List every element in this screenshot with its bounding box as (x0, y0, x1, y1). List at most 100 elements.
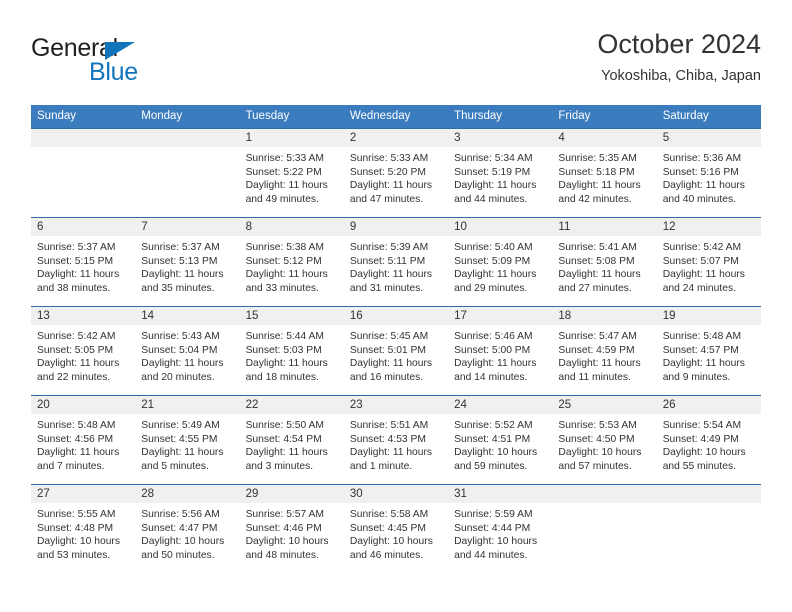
day-cell-details: Sunrise: 5:38 AM Sunset: 5:12 PM Daylight:… (240, 236, 344, 295)
calendar-body: 1 Sunrise: 5:33 AM Sunset: 5:22 PM Daylight… (31, 128, 761, 573)
calendar-day-cell[interactable]: 25 Sunrise: 5:53 AM Sunset: 4:50 PM Dayligh… (552, 395, 657, 485)
calendar-day-cell[interactable]: 20 Sunrise: 5:48 AM Sunset: 4:56 PM Dayligh… (31, 395, 136, 485)
calendar-day-cell[interactable]: 22 Sunrise: 5:50 AM Sunset: 4:54 PM Dayligh… (239, 395, 344, 485)
calendar-day-cell[interactable]: 14 Sunrise: 5:43 AM Sunset: 5:04 PM Dayligh… (135, 306, 240, 396)
day-cell-details: Sunrise: 5:35 AM Sunset: 5:18 PM Daylight:… (552, 147, 656, 206)
sunrise-time: Sunrise: 5:48 AM (37, 420, 116, 431)
sunrise-time: Sunrise: 5:48 AM (662, 331, 742, 342)
daylight-duration-line1: Daylight: 11 hours (349, 180, 433, 192)
sunset-time: Sunset: 5:01 PM (349, 344, 426, 356)
sunrise-time: Sunrise: 5:46 AM (454, 331, 533, 342)
calendar-day-cell[interactable]: 15 Sunrise: 5:44 AM Sunset: 5:03 PM Dayligh… (239, 306, 344, 396)
day-cell-details: Sunrise: 5:37 AM Sunset: 5:15 PM Daylight:… (31, 236, 135, 295)
logo-text-blue: Blue (89, 58, 138, 86)
sunrise-time: Sunrise: 5:50 AM (245, 420, 324, 431)
general-blue-logo[interactable]: General Blue (31, 34, 261, 90)
day-cell-details: Sunrise: 5:33 AM Sunset: 5:20 PM Daylight:… (344, 147, 448, 206)
calendar-week-row: 6 Sunrise: 5:37 AM Sunset: 5:15 PM Daylight… (31, 217, 761, 307)
daylight-duration-line2: and 44 minutes. (454, 193, 528, 205)
calendar-day-cell[interactable]: 19 Sunrise: 5:48 AM Sunset: 4:57 PM Dayligh… (656, 306, 761, 396)
daylight-duration-line1: Daylight: 11 hours (245, 269, 328, 281)
daylight-duration-line2: and 44 minutes. (454, 549, 528, 561)
day-cell-details: Sunrise: 5:55 AM Sunset: 4:48 PM Daylight:… (31, 503, 135, 562)
day-number (552, 485, 657, 503)
sunset-time: Sunset: 4:44 PM (454, 522, 531, 534)
weekday-header-thursday: Thursday (448, 105, 553, 129)
daylight-duration-line1: Daylight: 11 hours (349, 447, 433, 459)
daylight-duration-line1: Daylight: 11 hours (662, 269, 745, 281)
daylight-duration-line2: and 16 minutes. (349, 371, 424, 383)
calendar-day-cell[interactable]: 4 Sunrise: 5:35 AM Sunset: 5:18 PM Daylight… (552, 128, 657, 218)
sunset-time: Sunset: 5:16 PM (662, 166, 739, 178)
day-cell-details: Sunrise: 5:34 AM Sunset: 5:19 PM Daylight:… (448, 147, 552, 206)
calendar-day-cell[interactable]: 10 Sunrise: 5:40 AM Sunset: 5:09 PM Dayligh… (448, 217, 553, 307)
day-cell-inner: 26 Sunrise: 5:54 AM Sunset: 4:49 PM Dayligh… (656, 396, 761, 484)
sunrise-time: Sunrise: 5:42 AM (662, 242, 742, 253)
daylight-duration-line1: Daylight: 10 hours (558, 447, 642, 459)
daylight-duration-line1: Daylight: 10 hours (454, 536, 538, 548)
day-cell-inner: 22 Sunrise: 5:50 AM Sunset: 4:54 PM Dayligh… (239, 396, 344, 484)
sunrise-time: Sunrise: 5:41 AM (558, 242, 637, 253)
calendar-day-cell[interactable]: 29 Sunrise: 5:57 AM Sunset: 4:46 PM Dayligh… (239, 484, 344, 573)
daylight-duration-line1: Daylight: 11 hours (558, 358, 641, 370)
daylight-duration-line2: and 35 minutes. (141, 282, 215, 294)
calendar-day-cell[interactable]: 21 Sunrise: 5:49 AM Sunset: 4:55 PM Dayligh… (135, 395, 240, 485)
day-cell-inner: 12 Sunrise: 5:42 AM Sunset: 5:07 PM Dayligh… (656, 218, 761, 306)
sunrise-time: Sunrise: 5:38 AM (245, 242, 324, 253)
calendar-day-cell[interactable]: 6 Sunrise: 5:37 AM Sunset: 5:15 PM Daylight… (31, 217, 136, 307)
day-cell-details: Sunrise: 5:39 AM Sunset: 5:11 PM Daylight:… (344, 236, 448, 295)
sunset-time: Sunset: 5:18 PM (558, 166, 635, 178)
daylight-duration-line2: and 57 minutes. (558, 460, 632, 472)
calendar-day-cell[interactable]: 8 Sunrise: 5:38 AM Sunset: 5:12 PM Daylight… (239, 217, 344, 307)
calendar-day-cell-empty (552, 484, 657, 573)
calendar-day-cell[interactable]: 27 Sunrise: 5:55 AM Sunset: 4:48 PM Dayligh… (31, 484, 136, 573)
daylight-duration-line2: and 46 minutes. (349, 549, 424, 561)
day-cell-inner: 23 Sunrise: 5:51 AM Sunset: 4:53 PM Dayligh… (343, 396, 449, 484)
calendar-day-cell[interactable]: 26 Sunrise: 5:54 AM Sunset: 4:49 PM Dayligh… (656, 395, 761, 485)
calendar-day-cell[interactable]: 24 Sunrise: 5:52 AM Sunset: 4:51 PM Dayligh… (448, 395, 553, 485)
sunrise-time: Sunrise: 5:58 AM (349, 509, 429, 520)
daylight-duration-line2: and 9 minutes. (662, 371, 731, 383)
daylight-duration-line2: and 59 minutes. (454, 460, 528, 472)
sunrise-time: Sunrise: 5:56 AM (141, 509, 220, 520)
day-cell-details: Sunrise: 5:49 AM Sunset: 4:55 PM Daylight:… (135, 414, 239, 473)
sunset-time: Sunset: 5:03 PM (245, 344, 322, 356)
day-number: 1 (239, 129, 344, 147)
day-number: 14 (135, 307, 240, 325)
calendar-day-cell[interactable]: 31 Sunrise: 5:59 AM Sunset: 4:44 PM Dayligh… (448, 484, 553, 573)
calendar-day-cell[interactable]: 12 Sunrise: 5:42 AM Sunset: 5:07 PM Dayligh… (656, 217, 761, 307)
calendar-day-cell[interactable]: 16 Sunrise: 5:45 AM Sunset: 5:01 PM Dayligh… (343, 306, 449, 396)
day-cell-details (135, 147, 239, 152)
sunrise-time: Sunrise: 5:47 AM (558, 331, 637, 342)
calendar-day-cell[interactable]: 28 Sunrise: 5:56 AM Sunset: 4:47 PM Dayligh… (135, 484, 240, 573)
calendar-day-cell[interactable]: 23 Sunrise: 5:51 AM Sunset: 4:53 PM Dayligh… (343, 395, 449, 485)
sunrise-time: Sunrise: 5:40 AM (454, 242, 533, 253)
calendar-day-cell[interactable]: 2 Sunrise: 5:33 AM Sunset: 5:20 PM Daylight… (343, 128, 449, 218)
calendar-day-cell[interactable]: 18 Sunrise: 5:47 AM Sunset: 4:59 PM Dayligh… (552, 306, 657, 396)
day-cell-inner: 16 Sunrise: 5:45 AM Sunset: 5:01 PM Dayligh… (343, 307, 449, 395)
daylight-duration-line1: Daylight: 11 hours (245, 447, 328, 459)
calendar-day-cell[interactable]: 1 Sunrise: 5:33 AM Sunset: 5:22 PM Daylight… (239, 128, 344, 218)
day-cell-inner (31, 129, 136, 217)
sunrise-time: Sunrise: 5:34 AM (454, 153, 533, 164)
calendar-day-cell[interactable]: 11 Sunrise: 5:41 AM Sunset: 5:08 PM Dayligh… (552, 217, 657, 307)
day-number: 4 (552, 129, 657, 147)
day-cell-inner: 17 Sunrise: 5:46 AM Sunset: 5:00 PM Dayligh… (448, 307, 553, 395)
calendar-day-cell[interactable]: 9 Sunrise: 5:39 AM Sunset: 5:11 PM Daylight… (343, 217, 449, 307)
daylight-duration-line2: and 22 minutes. (37, 371, 111, 383)
day-cell-details (657, 503, 761, 508)
calendar-day-cell[interactable]: 17 Sunrise: 5:46 AM Sunset: 5:00 PM Dayligh… (448, 306, 553, 396)
calendar-day-cell[interactable]: 5 Sunrise: 5:36 AM Sunset: 5:16 PM Daylight… (656, 128, 761, 218)
daylight-duration-line2: and 47 minutes. (349, 193, 424, 205)
calendar-day-cell[interactable]: 30 Sunrise: 5:58 AM Sunset: 4:45 PM Dayligh… (343, 484, 449, 573)
sunset-time: Sunset: 5:04 PM (141, 344, 218, 356)
sunrise-time: Sunrise: 5:59 AM (454, 509, 533, 520)
sunrise-time: Sunrise: 5:52 AM (454, 420, 533, 431)
calendar-day-cell[interactable]: 7 Sunrise: 5:37 AM Sunset: 5:13 PM Daylight… (135, 217, 240, 307)
calendar-day-cell-empty (135, 128, 240, 218)
calendar-day-cell[interactable]: 3 Sunrise: 5:34 AM Sunset: 5:19 PM Daylight… (448, 128, 553, 218)
calendar-day-cell[interactable]: 13 Sunrise: 5:42 AM Sunset: 5:05 PM Dayligh… (31, 306, 136, 396)
day-cell-inner: 8 Sunrise: 5:38 AM Sunset: 5:12 PM Daylight… (239, 218, 344, 306)
calendar-day-cell-empty (31, 128, 136, 218)
day-number: 26 (656, 396, 761, 414)
